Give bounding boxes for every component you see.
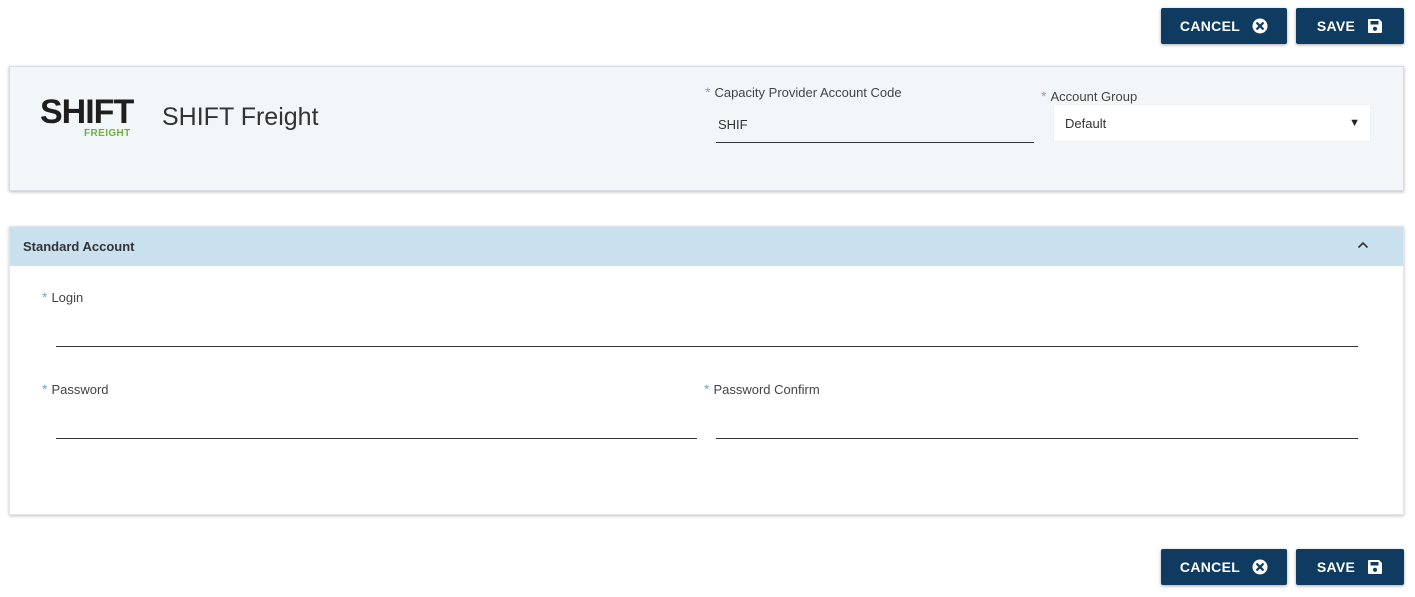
- floppy-disk-icon: [1368, 19, 1383, 33]
- account-header-card: SHIFT FREIGHT SHIFT Freight * Capacity Pr…: [9, 66, 1404, 191]
- required-marker: *: [1041, 88, 1047, 104]
- close-circle-icon: [1252, 18, 1268, 34]
- password-label: * Password: [42, 381, 109, 397]
- password-confirm-label-text: Password Confirm: [713, 382, 820, 397]
- chevron-up-icon[interactable]: [1357, 240, 1369, 250]
- password-confirm-input[interactable]: [716, 403, 1358, 439]
- password-input[interactable]: [56, 403, 697, 439]
- account-group-label-text: Account Group: [1050, 89, 1138, 104]
- caret-down-icon: ▼: [1349, 117, 1360, 129]
- login-input[interactable]: [56, 311, 1358, 347]
- password-confirm-label: * Password Confirm: [704, 381, 820, 397]
- account-group-select[interactable]: Default ▼: [1053, 104, 1371, 142]
- save-button[interactable]: SAVE: [1296, 8, 1404, 44]
- company-name: SHIFT Freight: [162, 103, 319, 131]
- login-label-text: Login: [51, 290, 84, 305]
- floppy-disk-icon: [1368, 560, 1383, 574]
- required-marker: *: [704, 381, 710, 397]
- required-marker: *: [705, 84, 711, 100]
- company-logo: SHIFT FREIGHT: [40, 95, 140, 143]
- save-label: SAVE: [1316, 18, 1356, 34]
- cancel-button-bottom[interactable]: CANCEL: [1161, 549, 1287, 585]
- section-header-standard-account[interactable]: Standard Account: [10, 227, 1403, 266]
- account-group-value: Default: [1065, 115, 1107, 131]
- standard-account-section: Standard Account * Login * Password * Passw…: [9, 226, 1404, 515]
- logo-subtext: FREIGHT: [84, 128, 131, 139]
- save-button-bottom[interactable]: SAVE: [1296, 549, 1404, 585]
- cancel-label: CANCEL: [1179, 18, 1241, 34]
- login-label: * Login: [42, 289, 83, 305]
- close-circle-icon: [1252, 559, 1268, 575]
- account-code-label: * Capacity Provider Account Code: [705, 84, 902, 100]
- save-label: SAVE: [1316, 559, 1356, 575]
- required-marker: *: [42, 289, 48, 305]
- logo-text: SHIFT: [40, 93, 134, 131]
- account-code-label-text: Capacity Provider Account Code: [714, 85, 902, 100]
- account-code-input[interactable]: [716, 107, 1034, 143]
- account-group-label: * Account Group: [1041, 88, 1137, 104]
- cancel-button[interactable]: CANCEL: [1161, 8, 1287, 44]
- required-marker: *: [42, 381, 48, 397]
- password-label-text: Password: [51, 382, 109, 397]
- cancel-label: CANCEL: [1179, 559, 1241, 575]
- section-title: Standard Account: [23, 239, 135, 254]
